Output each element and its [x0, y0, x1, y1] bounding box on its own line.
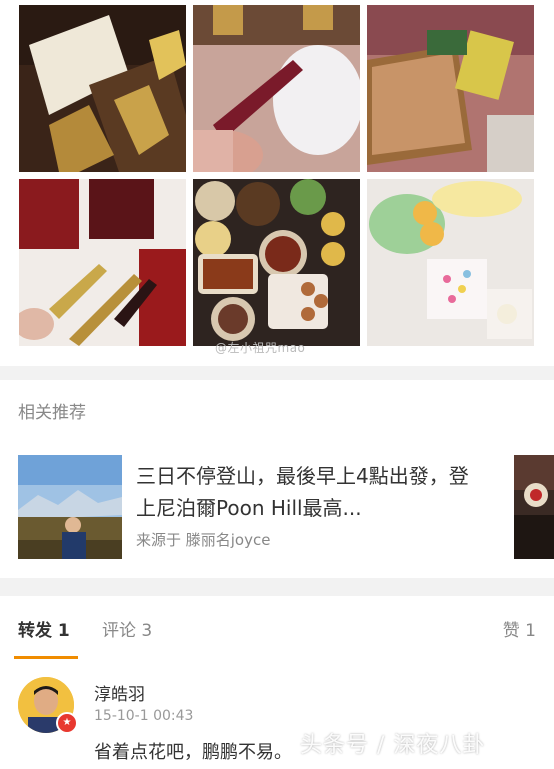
image-watermark: @左小祖咒mao: [215, 341, 306, 355]
related-item-thumbnail: [18, 455, 122, 559]
photo-lipstick-fur[interactable]: [193, 5, 360, 172]
next-item-image: [514, 455, 554, 559]
photo-lipsticks[interactable]: [19, 179, 186, 346]
dimsum-image: [193, 179, 360, 346]
photo-dimsum[interactable]: [193, 179, 360, 346]
related-item-title: 三日不停登山，最後早上4點出發，登上尼泊爾Poon Hill最高...: [136, 464, 469, 520]
mountain-photo: [18, 455, 122, 559]
active-tab-indicator: [14, 656, 78, 659]
photo-dessert[interactable]: [367, 179, 534, 346]
tab-repost[interactable]: 转发 1: [18, 616, 70, 641]
lipsticks-image: [19, 179, 186, 346]
comment-text: 省着点花吧，鹏鹏不易。: [94, 742, 292, 763]
photo-gift-box[interactable]: [19, 5, 186, 172]
related-item[interactable]: 三日不停登山，最後早上4點出發，登上尼泊爾Poon Hill最高... 来源于 …: [0, 438, 554, 578]
tab-comments[interactable]: 评论 3: [102, 616, 152, 641]
lipstick-fur-image: [193, 5, 360, 172]
next-related-thumbnail[interactable]: [514, 455, 554, 559]
puzzle-snacks-image: [367, 5, 534, 172]
comment-tabs: 转发 1 评论 3 赞 1: [0, 596, 554, 661]
comment-author[interactable]: 淳皓羽: [94, 680, 145, 705]
overlay-watermark: 头条号 / 深夜八卦: [300, 733, 486, 758]
photo-puzzle-snacks[interactable]: [367, 5, 534, 172]
related-section-title: 相关推荐: [18, 403, 86, 423]
photo-grid: @左小祖咒mao: [0, 0, 554, 366]
dessert-image: [367, 179, 534, 346]
verified-badge-icon: ★: [56, 712, 78, 734]
related-section-header: 相关推荐: [0, 380, 554, 439]
related-item-source: 来源于 滕丽名joyce: [136, 531, 271, 549]
gift-box-image: [19, 5, 186, 172]
comment-time: 15-10-1 00:43: [94, 708, 194, 724]
tab-likes[interactable]: 赞 1: [503, 616, 536, 641]
